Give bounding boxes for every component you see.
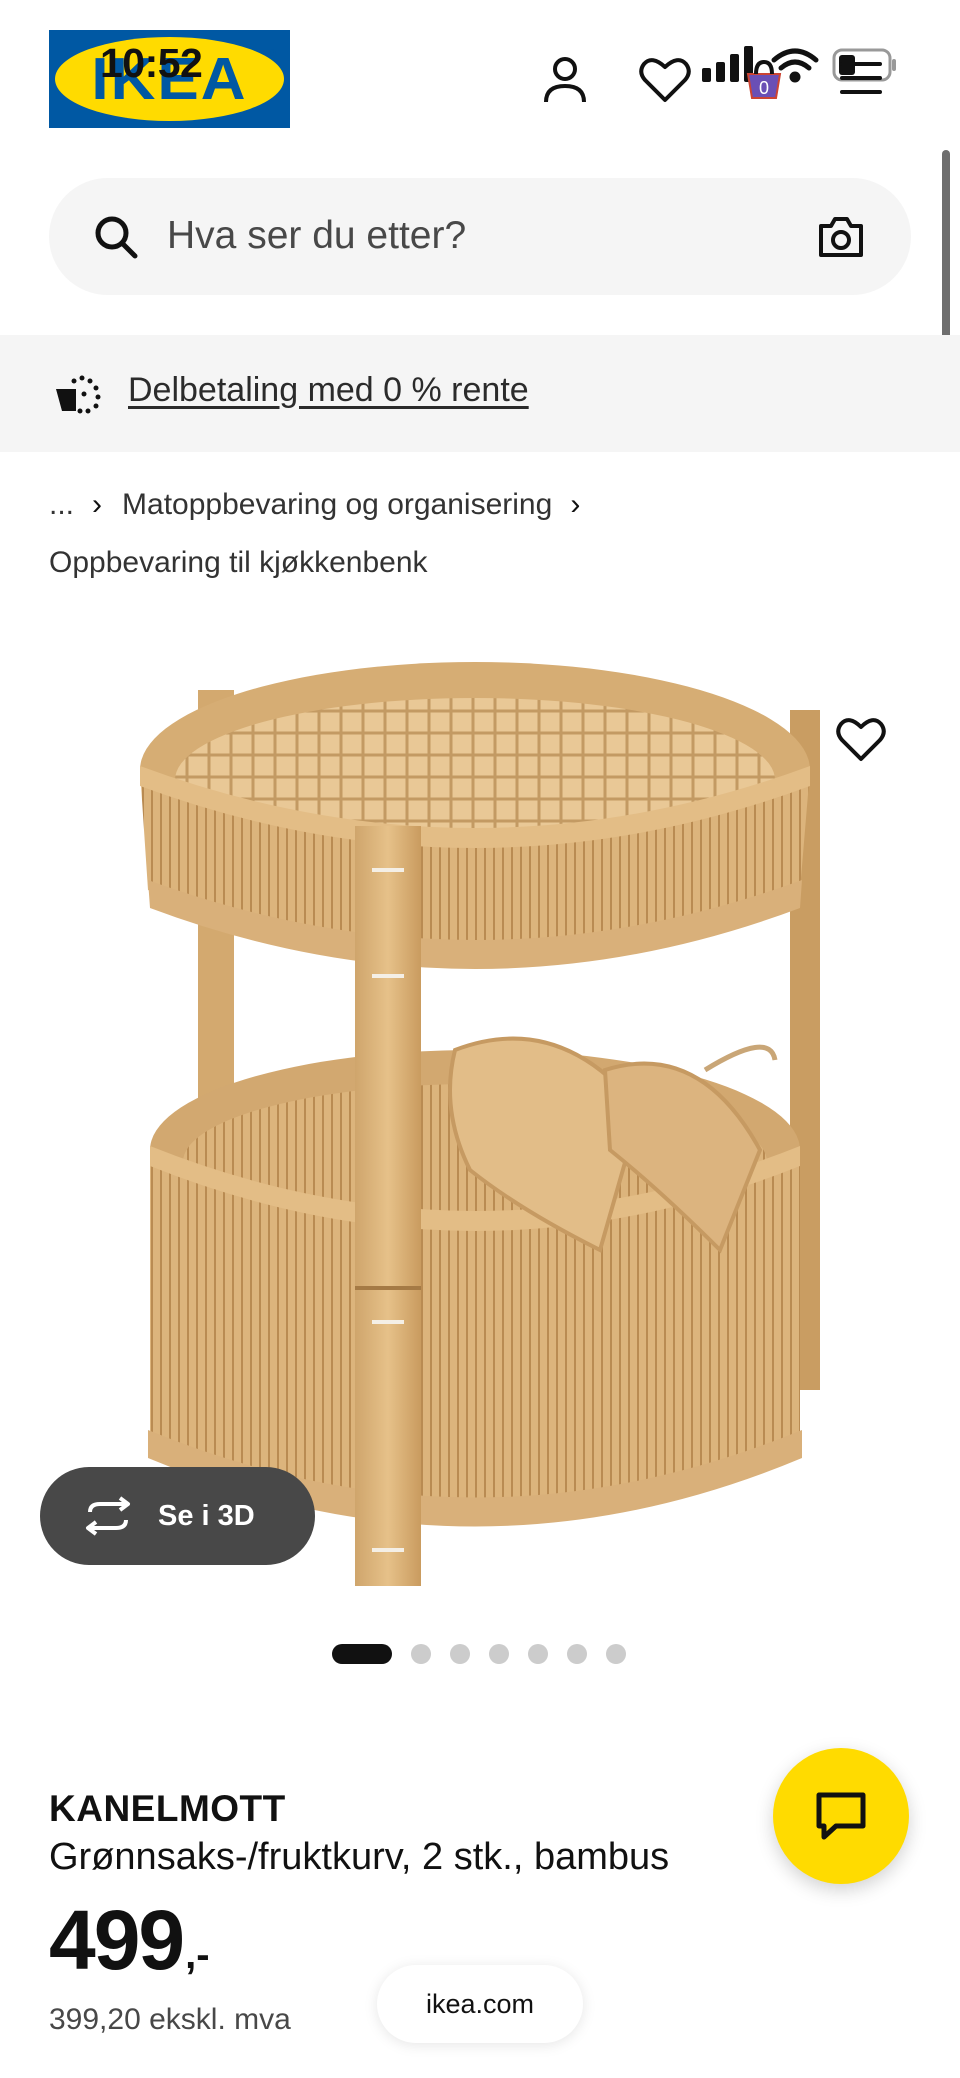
hamburger-menu-icon[interactable] <box>836 56 886 100</box>
installment-link[interactable]: Delbetaling med 0 % rente <box>128 371 529 410</box>
rotate-3d-icon <box>86 1496 130 1536</box>
chat-button[interactable] <box>773 1748 909 1884</box>
payment-icon <box>56 375 101 414</box>
search-bar[interactable] <box>49 178 911 295</box>
cart-count: 0 <box>759 78 769 98</box>
carousel-dot[interactable] <box>567 1644 587 1664</box>
breadcrumb-ellipsis[interactable]: ... <box>49 488 74 522</box>
camera-icon[interactable] <box>817 214 865 260</box>
browser-url-bar[interactable]: ikea.com <box>377 1965 583 2043</box>
price-suffix: ,- <box>185 1933 210 1977</box>
price-integer: 499 <box>49 1893 185 1987</box>
breadcrumb-item-countertop-storage[interactable]: Oppbevaring til kjøkkenbenk <box>49 542 600 584</box>
product-name: KANELMOTT <box>49 1788 286 1829</box>
view-in-3d-label: Se i 3D <box>158 1499 255 1532</box>
carousel-dot[interactable] <box>489 1644 509 1664</box>
breadcrumb-separator: › <box>570 488 581 521</box>
promo-banner: Delbetaling med 0 % rente <box>0 335 960 452</box>
breadcrumb-separator: › <box>92 488 103 521</box>
product-description: Grønnsaks-/fruktkurv, 2 stk., bambus <box>49 1836 670 1878</box>
image-carousel-indicator <box>332 1644 645 1664</box>
product-price: 499 ,- <box>49 1898 210 1982</box>
chat-icon <box>816 1792 866 1840</box>
carousel-dot[interactable] <box>411 1644 431 1664</box>
product-page: IKEA ® 10:52 0 Hva ser du etter? Delbeta… <box>0 0 960 2078</box>
search-input[interactable] <box>167 204 807 268</box>
carousel-dot[interactable] <box>606 1644 626 1664</box>
shopping-bag-icon[interactable]: 0 <box>738 54 790 106</box>
breadcrumb: ... › Matoppbevaring og organisering › O… <box>49 484 600 584</box>
heart-icon[interactable] <box>637 52 693 106</box>
status-time: 10:52 <box>100 40 203 86</box>
page-scrollbar[interactable] <box>942 150 950 360</box>
carousel-dot-active[interactable] <box>332 1644 392 1664</box>
carousel-dot[interactable] <box>450 1644 470 1664</box>
carousel-dot[interactable] <box>528 1644 548 1664</box>
price-excluding-vat: 399,20 ekskl. mva <box>49 2003 291 2036</box>
search-icon <box>95 216 138 259</box>
view-in-3d-button[interactable]: Se i 3D <box>40 1467 315 1565</box>
logo-registered-mark: ® <box>268 48 276 59</box>
breadcrumb-item-food-storage[interactable]: Matoppbevaring og organisering <box>122 488 552 522</box>
user-icon[interactable] <box>538 52 592 106</box>
save-favourite-heart-icon[interactable] <box>834 712 888 766</box>
